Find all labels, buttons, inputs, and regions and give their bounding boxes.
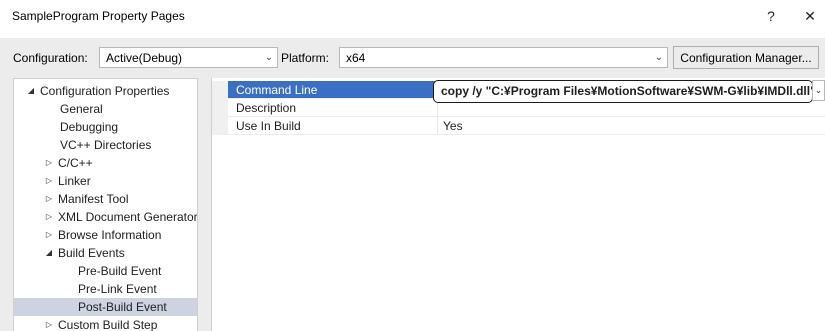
tree-item[interactable]: ▷ Linker bbox=[14, 172, 197, 190]
tree-item[interactable]: Debugging bbox=[14, 118, 197, 136]
configuration-dropdown[interactable]: Active(Debug) ⌄ bbox=[99, 47, 278, 68]
tree-item-label: Linker bbox=[58, 174, 91, 188]
tree-item[interactable]: ▷ Custom Build Step bbox=[14, 316, 197, 331]
tree-item-label: Debugging bbox=[60, 120, 119, 134]
tree-item-label: Manifest Tool bbox=[58, 192, 129, 206]
chevron-down-icon: ⌄ bbox=[654, 52, 664, 63]
tree-item-label: Post-Build Event bbox=[78, 300, 167, 314]
tree-item-label: C/C++ bbox=[58, 156, 93, 170]
expanded-arrow-icon[interactable]: ◢ bbox=[26, 82, 36, 100]
tree-item-label: Pre-Build Event bbox=[78, 264, 162, 278]
tree-item-label: General bbox=[60, 102, 103, 116]
property-name: Command Line bbox=[228, 81, 438, 99]
tree-item-label: XML Document Generator bbox=[58, 210, 198, 224]
property-row[interactable]: Use In Build Yes bbox=[212, 117, 825, 135]
property-name: Use In Build bbox=[228, 117, 438, 135]
command-line-dropdown-button[interactable]: ⌄ bbox=[812, 80, 825, 101]
tree-item[interactable]: Post-Build Event bbox=[14, 298, 197, 316]
property-tree[interactable]: ◢ Configuration Properties General Debuggin… bbox=[13, 78, 198, 331]
tree-item[interactable]: ▷ XML Document Generator bbox=[14, 208, 197, 226]
tree-item-label: Custom Build Step bbox=[58, 318, 158, 331]
tree-item[interactable]: Pre-Link Event bbox=[14, 280, 197, 298]
configuration-value: Active(Debug) bbox=[106, 50, 183, 65]
tree-item-label: VC++ Directories bbox=[60, 138, 152, 152]
tree-item[interactable]: ◢ Build Events bbox=[14, 244, 197, 262]
property-grid: Command Line Description Use In Build Yes bbox=[211, 78, 825, 331]
collapsed-arrow-icon[interactable]: ▷ bbox=[44, 208, 54, 226]
platform-dropdown[interactable]: x64 ⌄ bbox=[339, 47, 668, 68]
platform-value: x64 bbox=[346, 50, 366, 65]
tree-item[interactable]: ▷ C/C++ bbox=[14, 154, 197, 172]
tree-item[interactable]: VC++ Directories bbox=[14, 136, 197, 154]
row-gutter bbox=[212, 117, 228, 135]
row-gutter bbox=[212, 99, 228, 117]
tree-item-label: Browse Information bbox=[58, 228, 162, 242]
tree-item[interactable]: ◢ Configuration Properties bbox=[14, 82, 197, 100]
tree-item[interactable]: General bbox=[14, 100, 197, 118]
chevron-down-icon: ⌄ bbox=[814, 85, 823, 95]
tree-item[interactable]: ▷ Manifest Tool bbox=[14, 190, 197, 208]
row-divider bbox=[228, 134, 825, 135]
collapsed-arrow-icon[interactable]: ▷ bbox=[44, 172, 54, 190]
row-gutter bbox=[212, 81, 228, 99]
configuration-manager-button[interactable]: Configuration Manager... bbox=[673, 46, 819, 69]
collapsed-arrow-icon[interactable]: ▷ bbox=[44, 226, 54, 244]
property-value[interactable]: Yes bbox=[439, 117, 825, 135]
tree-item[interactable]: ▷ Browse Information bbox=[14, 226, 197, 244]
tree-item-label: Pre-Link Event bbox=[78, 282, 157, 296]
command-line-value-field[interactable]: copy /y "C:¥Program Files¥MotionSoftware… bbox=[433, 80, 813, 103]
chevron-down-icon: ⌄ bbox=[264, 52, 274, 63]
collapsed-arrow-icon[interactable]: ▷ bbox=[44, 190, 54, 208]
close-button[interactable]: ✕ bbox=[795, 4, 825, 28]
tree-item-label: Build Events bbox=[58, 246, 125, 260]
window-title: SampleProgram Property Pages bbox=[12, 9, 185, 23]
tree-item[interactable]: Pre-Build Event bbox=[14, 262, 197, 280]
help-button[interactable]: ? bbox=[756, 4, 786, 28]
tree-item-label: Configuration Properties bbox=[40, 84, 170, 98]
collapsed-arrow-icon[interactable]: ▷ bbox=[44, 316, 54, 331]
configuration-label: Configuration: bbox=[13, 51, 88, 65]
property-name: Description bbox=[228, 99, 438, 117]
collapsed-arrow-icon[interactable]: ▷ bbox=[44, 154, 54, 172]
expanded-arrow-icon[interactable]: ◢ bbox=[44, 244, 54, 262]
platform-label: Platform: bbox=[281, 51, 330, 65]
